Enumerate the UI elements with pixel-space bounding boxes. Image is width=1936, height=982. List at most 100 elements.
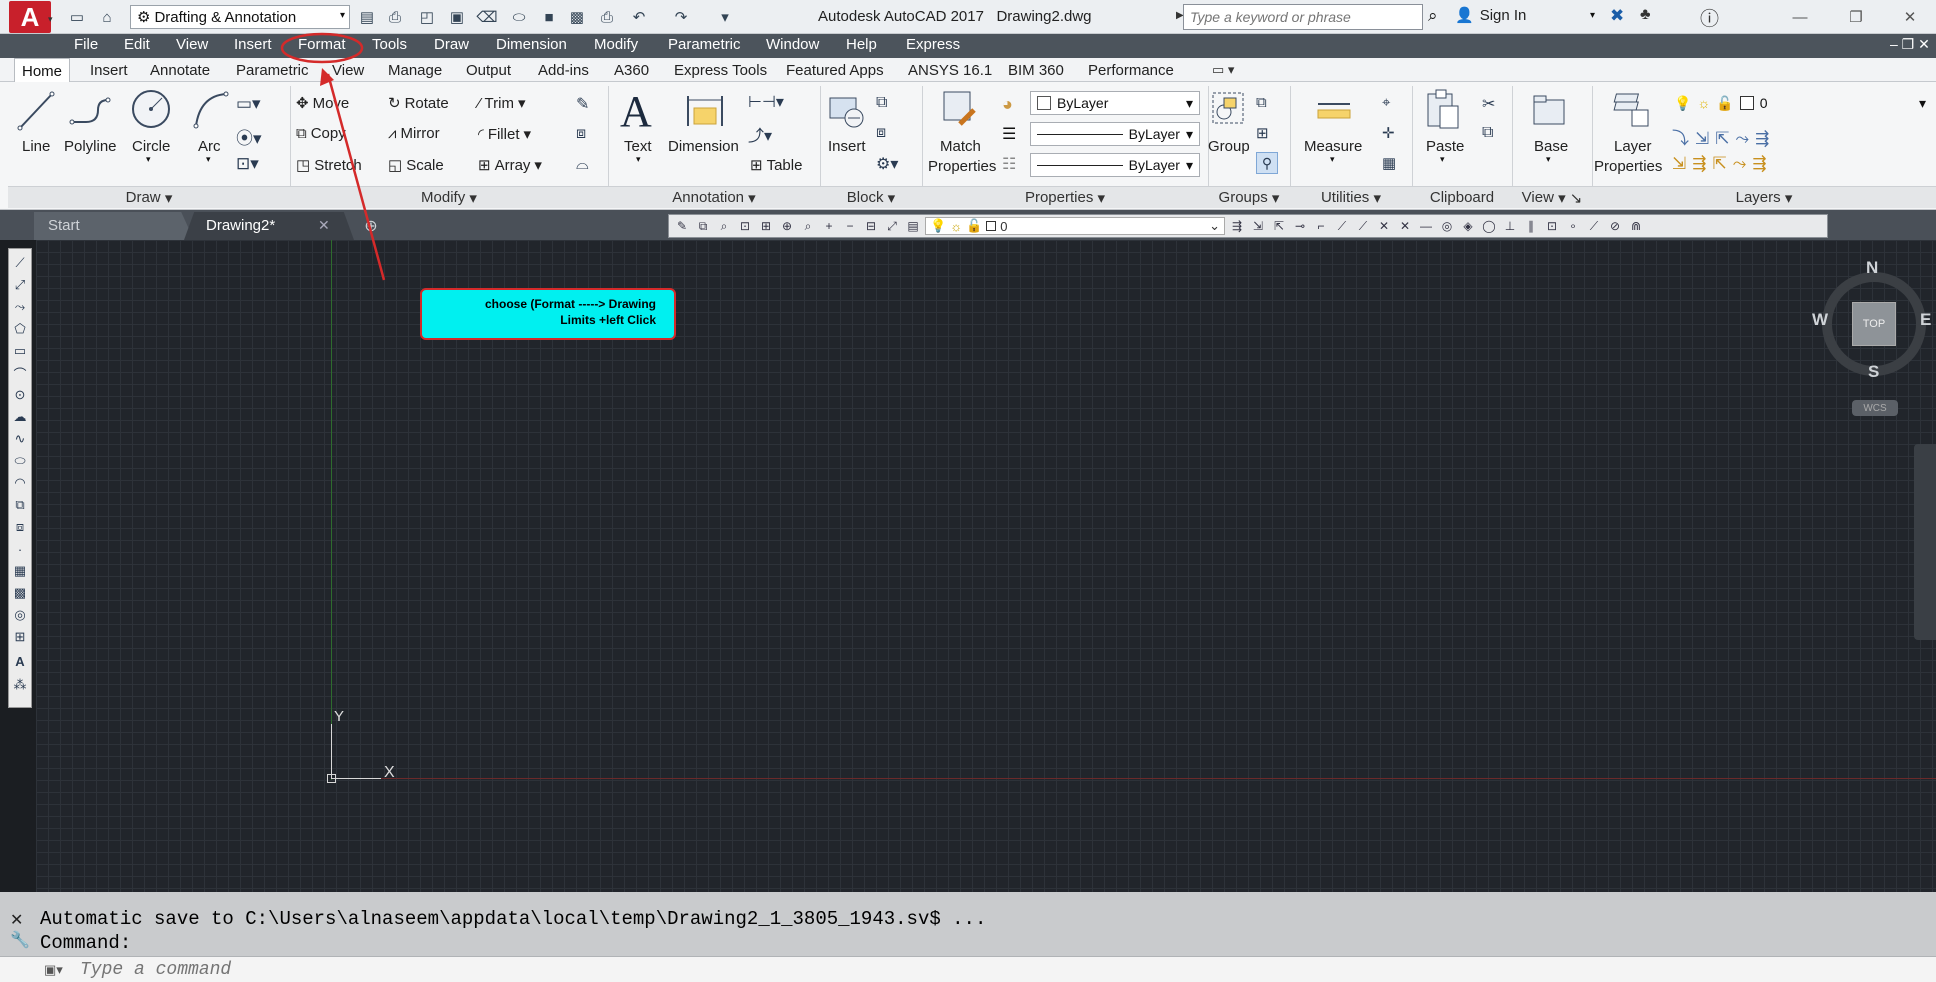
- block-attributes-icon[interactable]: ⚙▾: [876, 154, 898, 174]
- ungroup-icon[interactable]: ⧉: [1256, 94, 1267, 111]
- groups-panel-title[interactable]: Groups ▾: [1208, 186, 1290, 208]
- polyline-label[interactable]: Polyline: [64, 138, 117, 155]
- create-block-icon[interactable]: ⧉: [876, 94, 887, 112]
- draw-panel-title[interactable]: Draw ▾: [8, 186, 290, 208]
- close-button[interactable]: ✕: [1890, 4, 1930, 30]
- tab-add-ins[interactable]: Add-ins: [538, 62, 589, 79]
- group-edit-icon[interactable]: ⊞: [1256, 124, 1269, 142]
- osnap-center-icon[interactable]: ◎: [1438, 217, 1456, 235]
- plot-icon[interactable]: ⎙: [384, 6, 406, 28]
- tab-ansys[interactable]: ANSYS 16.1: [908, 62, 992, 79]
- drawing-canvas[interactable]: [36, 240, 1936, 892]
- match-icon[interactable]: ⧉: [694, 217, 712, 235]
- redo-icon[interactable]: ↷: [670, 6, 692, 28]
- menu-parametric[interactable]: Parametric: [668, 36, 741, 53]
- insert-block-icon[interactable]: [826, 88, 868, 132]
- polyline-icon[interactable]: [68, 92, 112, 132]
- menu-window[interactable]: Window: [766, 36, 819, 53]
- text-icon[interactable]: A: [620, 86, 652, 137]
- tab-output[interactable]: Output: [466, 62, 511, 79]
- minimize-button[interactable]: —: [1780, 4, 1820, 30]
- quick-select-icon[interactable]: ⌖: [1382, 94, 1390, 111]
- tb-make-block-icon[interactable]: ⧈: [11, 518, 29, 536]
- osnap-node-icon[interactable]: ∘: [1564, 217, 1582, 235]
- save-icon[interactable]: ■: [538, 6, 560, 28]
- lineweight-select[interactable]: ByLayer ▾: [1030, 153, 1200, 177]
- point-icon[interactable]: ✛: [1382, 124, 1395, 142]
- tb-rectangle-icon[interactable]: ▭: [11, 342, 29, 360]
- rotate-button[interactable]: ↻ Rotate: [388, 94, 449, 113]
- layer-properties-icon[interactable]: [1612, 88, 1652, 132]
- compass-east[interactable]: E: [1920, 310, 1931, 330]
- binoculars-icon[interactable]: ⌕: [1428, 6, 1438, 26]
- osnap-perpendicular-icon[interactable]: ⊥: [1501, 217, 1519, 235]
- open-icon[interactable]: ⌂: [96, 6, 118, 28]
- workspace-dropdown-icon[interactable]: ▾: [340, 10, 345, 21]
- app-menu-chevron-icon[interactable]: ▾: [48, 14, 53, 25]
- measure-icon[interactable]: [1314, 96, 1354, 126]
- command-prompt-icon[interactable]: ▣▾: [44, 962, 63, 978]
- tab-performance[interactable]: Performance: [1088, 62, 1174, 79]
- color-select[interactable]: ByLayer ▾: [1030, 91, 1200, 115]
- zoom-window-icon[interactable]: ⌕: [715, 217, 733, 235]
- osnap-parallel-icon[interactable]: ∥: [1522, 217, 1540, 235]
- tab-annotate[interactable]: Annotate: [150, 62, 210, 79]
- explode-icon[interactable]: ⧈: [576, 125, 586, 143]
- a360-icon[interactable]: ♣: [1640, 6, 1651, 24]
- line-icon[interactable]: [16, 88, 56, 134]
- view-panel-title[interactable]: View ▾ ↘: [1512, 186, 1592, 208]
- erase-icon[interactable]: ⌫: [476, 6, 498, 28]
- sign-in-dropdown-icon[interactable]: ▾: [1590, 10, 1595, 21]
- linetype-select[interactable]: ByLayer ▾: [1030, 122, 1200, 146]
- close-command-icon[interactable]: ✕: [10, 910, 32, 930]
- tab-manage[interactable]: Manage: [388, 62, 442, 79]
- draw-order-icon[interactable]: ✎: [673, 217, 691, 235]
- restore-button[interactable]: ❐: [1836, 4, 1876, 30]
- layer-state-icon[interactable]: ⇱: [1270, 217, 1288, 235]
- osnap-none-icon[interactable]: ⊘: [1606, 217, 1624, 235]
- tb-revcloud-icon[interactable]: ☁: [11, 408, 29, 426]
- osnap-insert-icon[interactable]: ⊡: [1543, 217, 1561, 235]
- calculator-icon[interactable]: ▦: [1382, 154, 1396, 172]
- help-icon[interactable]: ⓘ: [1700, 4, 1719, 31]
- layers-panel-title[interactable]: Layers ▾: [1592, 186, 1936, 208]
- tb-spline-icon[interactable]: ∿: [11, 430, 29, 448]
- erase-tool-icon[interactable]: ✎: [576, 94, 589, 114]
- viewcube-top-face[interactable]: TOP: [1852, 302, 1896, 346]
- group-select-icon[interactable]: ⚲: [1256, 152, 1278, 174]
- scale-button[interactable]: ◱ Scale: [388, 156, 444, 175]
- zoom-extents-icon[interactable]: ⤢: [883, 217, 901, 235]
- text-dropdown-icon[interactable]: ▾: [636, 154, 641, 165]
- wcs-menu[interactable]: WCS: [1852, 400, 1898, 416]
- tb-insert-block-icon[interactable]: ⧉: [11, 496, 29, 514]
- tb-region-icon[interactable]: ◎: [11, 606, 29, 624]
- tab-home[interactable]: Home: [14, 58, 70, 83]
- zoom-dynamic-icon[interactable]: ⊡: [736, 217, 754, 235]
- compass-north[interactable]: N: [1866, 258, 1878, 278]
- match-label-1[interactable]: Match: [940, 138, 981, 155]
- paste-dropdown-icon[interactable]: ▾: [1440, 154, 1445, 165]
- mirror-button[interactable]: ⩘ Mirror: [388, 125, 440, 142]
- ribbon-minimize-icon[interactable]: ▭ ▾: [1212, 62, 1234, 78]
- compass-south[interactable]: S: [1868, 362, 1879, 382]
- measure-dropdown-icon[interactable]: ▾: [1330, 154, 1335, 165]
- hatch-icon[interactable]: ⦿▾: [236, 124, 262, 149]
- annotation-panel-title[interactable]: Annotation ▾: [608, 186, 820, 208]
- array-button[interactable]: ⊞ Array ▾: [478, 156, 542, 175]
- menu-view[interactable]: View: [176, 36, 208, 53]
- print-icon[interactable]: ⎙: [596, 6, 618, 28]
- match-label-2[interactable]: Properties: [928, 158, 996, 175]
- group-icon[interactable]: [1210, 90, 1246, 130]
- menu-insert[interactable]: Insert: [234, 36, 272, 53]
- navigation-bar[interactable]: [1914, 444, 1936, 640]
- search-input[interactable]: [1183, 4, 1423, 30]
- osnap-apparent-icon[interactable]: ✕: [1396, 217, 1414, 235]
- circle-icon[interactable]: [130, 88, 172, 130]
- text-label[interactable]: Text: [624, 138, 652, 155]
- undo-icon[interactable]: ↶: [628, 6, 650, 28]
- layer-previous-icon[interactable]: ⇲: [1249, 217, 1267, 235]
- osnap-nearest-icon[interactable]: ⟋: [1585, 217, 1603, 235]
- publish-icon[interactable]: ▣: [446, 6, 468, 28]
- zoom-center-icon[interactable]: ⊕: [778, 217, 796, 235]
- osnap-tangent2-icon[interactable]: ◯: [1480, 217, 1498, 235]
